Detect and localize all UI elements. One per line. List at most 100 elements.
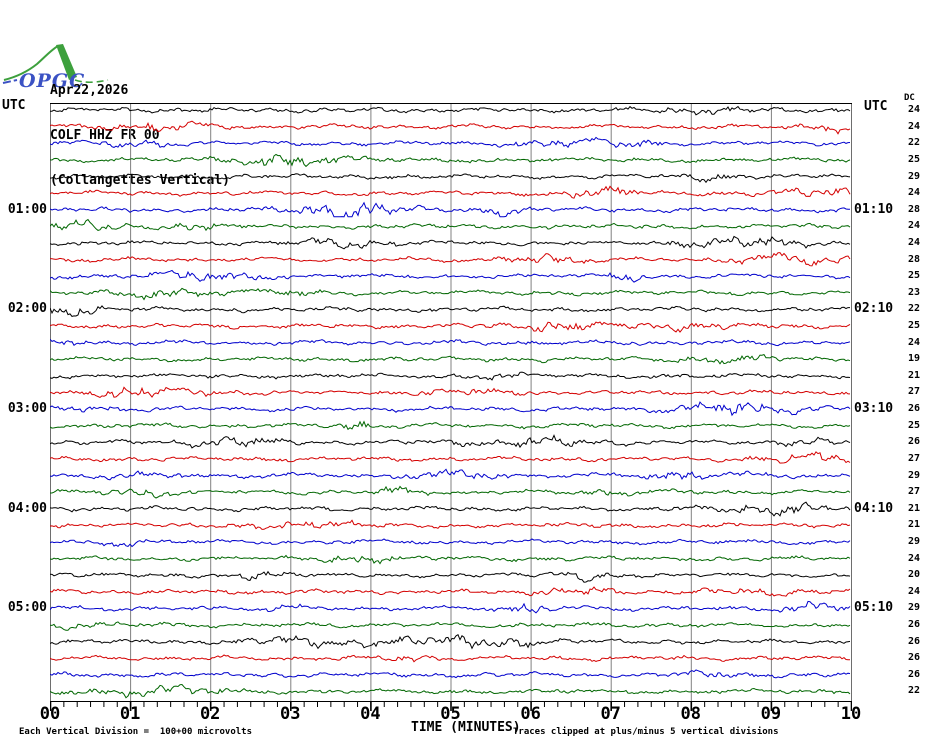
hour-label-right: 02:10: [854, 301, 894, 317]
x-tick-label: 03: [280, 704, 301, 724]
hour-label-left: 05:00: [7, 600, 47, 616]
dc-value: 22: [908, 137, 921, 149]
dc-value: 20: [908, 569, 921, 581]
seismo-trace-row-6: [50, 185, 851, 199]
x-tick-label: 04: [360, 704, 381, 724]
dc-value: 24: [908, 187, 921, 199]
plot-area: [50, 103, 852, 717]
seismo-trace-row-3: [50, 136, 851, 149]
seismo-trace-row-13: [50, 305, 850, 317]
seismo-trace-row-21: [50, 434, 851, 449]
dc-value: 27: [908, 486, 921, 498]
left-utc-label: UTC: [2, 98, 26, 113]
dc-value: 25: [908, 153, 921, 165]
dc-value: 21: [908, 519, 921, 531]
seismo-trace-row-36: [50, 683, 851, 699]
dc-value: 27: [908, 452, 921, 464]
dc-value: 29: [908, 170, 921, 182]
hour-label-left: 02:00: [7, 301, 47, 317]
hour-label-left: 03:00: [7, 401, 47, 417]
seismo-trace-row-15: [50, 338, 851, 347]
seismo-trace-row-20: [50, 420, 851, 431]
vertical-division-note: Each Vertical Division = 100+00 microvol…: [19, 727, 252, 737]
seismo-trace-row-19: [50, 401, 851, 417]
header-date: Apr22,2026: [50, 83, 129, 98]
seismo-trace-row-16: [50, 354, 851, 365]
seismo-trace-row-29: [50, 570, 851, 583]
seismo-trace-row-11: [50, 269, 851, 283]
dc-value: 26: [908, 403, 921, 415]
hour-label-right: 03:10: [854, 401, 894, 417]
x-tick-label: 08: [680, 704, 702, 724]
dc-value: 22: [908, 303, 921, 315]
dc-value: 21: [908, 502, 921, 514]
seismo-trace-row-26: [50, 519, 851, 530]
seismo-trace-row-27: [50, 538, 851, 548]
hour-label-right: 04:10: [854, 500, 894, 516]
seismo-trace-row-10: [50, 252, 851, 267]
dc-value: 25: [908, 320, 921, 332]
dc-value: 26: [908, 436, 921, 448]
dc-value: 24: [908, 552, 921, 564]
hour-label-left: 01:00: [7, 201, 47, 217]
dc-value: 24: [908, 104, 921, 116]
seismo-trace-row-9: [50, 235, 851, 250]
right-utc-label: UTC: [864, 99, 888, 114]
dc-value: 21: [908, 369, 921, 381]
dc-value: 29: [908, 602, 921, 614]
dc-value: 24: [908, 236, 921, 248]
seismo-trace-row-5: [50, 173, 851, 184]
dc-value: 24: [908, 336, 921, 348]
clipping-note: Traces clipped at plus/minus 5 vertical …: [513, 727, 779, 737]
dc-value: 26: [908, 635, 921, 647]
dc-value: 19: [908, 353, 921, 365]
x-tick-label: 00: [39, 704, 61, 724]
seismo-trace-row-33: [50, 633, 851, 650]
dc-value: 24: [908, 220, 921, 232]
dc-column-header: DC: [904, 93, 915, 103]
seismo-trace-row-1: [50, 105, 851, 116]
seismo-trace-row-35: [50, 669, 851, 679]
dc-value: 26: [908, 668, 921, 680]
x-tick-label: 10: [840, 704, 862, 724]
helicorder-plot: [50, 103, 852, 711]
dc-value: 26: [908, 619, 921, 631]
dc-value: 25: [908, 419, 921, 431]
dc-value: 24: [908, 120, 921, 132]
x-axis-title: TIME (MINUTES): [411, 720, 521, 735]
seismo-trace-row-12: [50, 287, 851, 301]
seismo-trace-row-31: [50, 600, 851, 614]
dc-value: 22: [908, 685, 921, 697]
dc-value: 28: [908, 203, 921, 215]
seismo-trace-row-25: [50, 501, 851, 517]
seismo-trace-row-23: [50, 468, 851, 481]
seismo-trace-row-14: [50, 321, 851, 333]
x-tick-label: 09: [760, 704, 782, 724]
seismo-trace-row-34: [50, 654, 851, 663]
hour-label-right: 05:10: [854, 600, 894, 616]
seismo-trace-row-18: [50, 386, 850, 398]
dc-value: 24: [908, 585, 921, 597]
hour-label-left: 04:00: [7, 500, 47, 516]
x-tick-label: 01: [119, 704, 141, 724]
seismo-trace-row-4: [50, 153, 851, 168]
hour-label-right: 01:10: [854, 201, 894, 217]
dc-value: 29: [908, 469, 921, 481]
dc-value: 27: [908, 386, 921, 398]
seismo-trace-row-2: [50, 120, 851, 135]
seismo-trace-row-7: [50, 201, 851, 218]
helicorder-page: OPGC Apr22,2026 COLF HHZ FR 00 (Collange…: [0, 0, 930, 744]
x-tick-label: 02: [199, 704, 221, 724]
dc-value: 23: [908, 286, 921, 298]
seismo-trace-row-24: [50, 485, 851, 499]
dc-value: 28: [908, 253, 921, 265]
dc-value: 29: [908, 535, 921, 547]
x-tick-label: 07: [600, 704, 621, 724]
seismo-trace-row-8: [50, 218, 851, 232]
dc-value: 25: [908, 270, 921, 282]
seismo-trace-row-22: [50, 451, 851, 464]
seismo-trace-row-28: [50, 554, 851, 565]
dc-value: 26: [908, 652, 921, 664]
seismo-trace-row-17: [50, 371, 851, 381]
seismo-trace-row-32: [50, 621, 851, 631]
